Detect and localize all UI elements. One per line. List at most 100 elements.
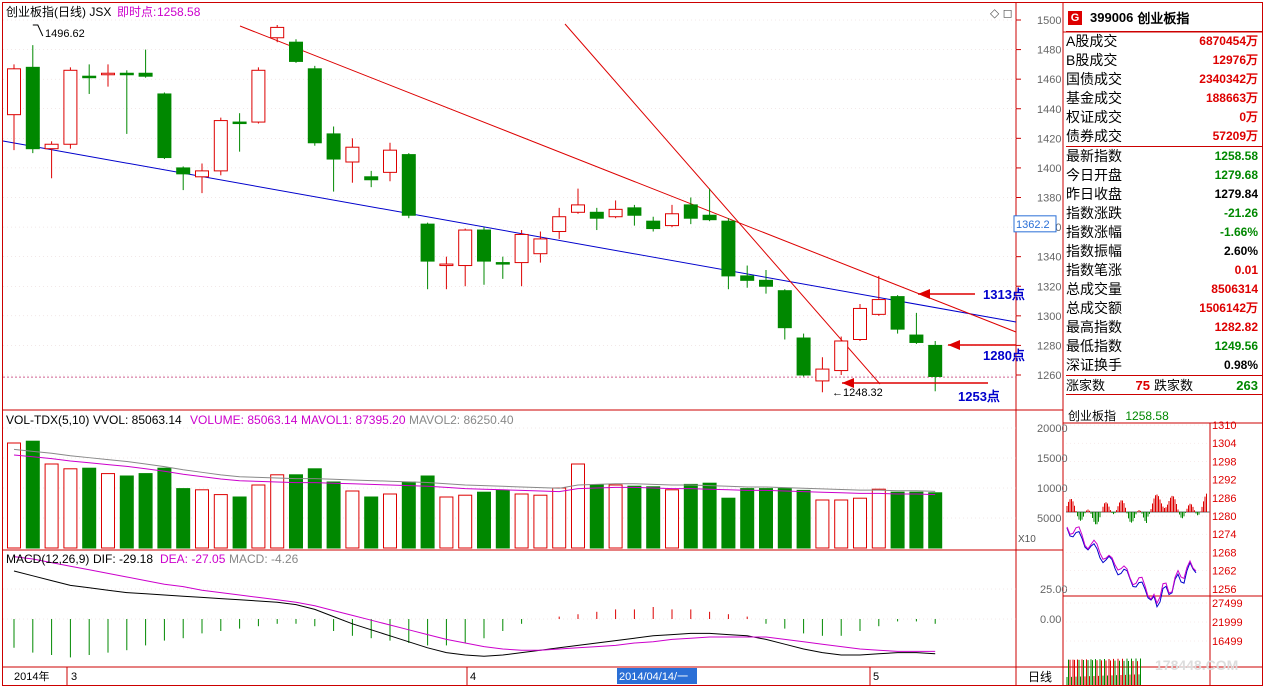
candle-body: [702, 214, 717, 221]
mini-avg-line: [1066, 526, 1197, 605]
volume-bar: [759, 488, 773, 549]
peak-pointer: [32, 24, 44, 37]
mini-title-name: 创业板指: [1068, 409, 1117, 423]
candle-body: [420, 223, 435, 262]
mini-tick-label: 27499: [1212, 598, 1243, 610]
candle-body: [401, 154, 416, 216]
candle-body: [213, 120, 228, 172]
stat-row: 最新指数 1258.58: [1066, 147, 1262, 166]
candle-body: [871, 299, 886, 315]
volume-bar: [63, 468, 78, 549]
price-tick-label: 1420: [1037, 133, 1061, 145]
macd-title: MACD(12,26,9): [6, 552, 89, 566]
candle-body: [533, 238, 548, 255]
volume-bar: [289, 474, 303, 549]
candle-body: [683, 204, 698, 219]
volume-bar: [514, 493, 529, 549]
stat-row: 指数涨幅 -1.66%: [1066, 223, 1262, 242]
candle-body: [270, 26, 285, 39]
candle-body: [740, 275, 755, 281]
volume-bar: [44, 463, 59, 549]
stat-label: 指数振幅: [1066, 243, 1122, 259]
volume-bar: [401, 481, 416, 549]
stat-value: 1282.82: [1214, 320, 1258, 334]
volume-bar: [777, 488, 792, 549]
dea-line: [13, 556, 936, 652]
stat-label: 深证换手: [1066, 357, 1122, 373]
vol-title: VOL-TDX(5,10): [6, 413, 89, 427]
volume-bar: [458, 494, 473, 549]
volume-bar: [627, 485, 642, 549]
price-tick-label: 1380: [1037, 193, 1061, 205]
candle-body: [307, 68, 322, 144]
stat-value: -1.66%: [1219, 225, 1258, 239]
macd-tick-label: 25.00: [1040, 584, 1068, 596]
advance-decline-row: 涨家数 75 跌家数 263: [1066, 375, 1262, 395]
volume-bar: [157, 467, 172, 549]
price-tick-label: 1280: [1037, 340, 1061, 352]
candle-body: [815, 368, 830, 382]
candle-body: [552, 216, 567, 233]
x-year-label: 2014年: [14, 669, 49, 683]
stat-row: 总成交量 8506314: [1066, 280, 1262, 299]
volume-bar: [589, 484, 604, 549]
candle-body: [514, 233, 529, 264]
volume-bar: [683, 483, 698, 549]
mini-tick-label: 1310: [1212, 420, 1236, 432]
turnover-value: 57209万: [1212, 129, 1258, 143]
stat-label: 最高指数: [1066, 319, 1122, 335]
candle-body: [890, 296, 905, 330]
g-badge-icon[interactable]: G: [1068, 10, 1082, 25]
stat-value: 2.60%: [1223, 244, 1258, 258]
price-tick-label: 1300: [1037, 311, 1061, 323]
candle-body: [721, 220, 736, 277]
stat-row: 今日开盘 1279.68: [1066, 166, 1262, 185]
volume-bar: [909, 491, 924, 549]
volume-bar: [608, 484, 623, 549]
candle-body: [63, 69, 78, 145]
candle-body: [157, 93, 172, 159]
volume-bar: [439, 496, 454, 549]
stat-value: 1279.84: [1214, 187, 1258, 201]
candle-body: [458, 229, 473, 267]
volume-bar: [495, 489, 510, 549]
candle-body: [176, 167, 191, 175]
period-label: 日线: [1028, 670, 1052, 684]
stat-row: 总成交额 1506142万: [1066, 299, 1262, 318]
mini-tick-label: 1262: [1212, 566, 1236, 578]
turnover-row: B股成交 12976万: [1066, 51, 1262, 70]
price-tag-label: 1362.2: [1016, 219, 1050, 231]
vol-tick-label: 10000: [1037, 483, 1068, 495]
volume-bar: [890, 491, 905, 549]
candle-body: [589, 211, 604, 219]
index-name: 创业板指: [1137, 11, 1190, 26]
stat-value: 0.98%: [1223, 358, 1258, 372]
turnover-row: 债券成交 57209万: [1066, 127, 1262, 146]
volume-bar: [834, 499, 849, 549]
stat-row: 指数笔涨 0.01: [1066, 261, 1262, 280]
volume-bar: [871, 488, 886, 549]
index-code: 399006: [1090, 10, 1134, 25]
chart-control-icons: ◇ ◻: [990, 6, 1013, 20]
turnover-label: 债券成交: [1066, 128, 1122, 144]
x-month-5: 5: [873, 671, 879, 683]
vol-multiplier: X10: [1018, 534, 1036, 545]
volume-bar: [646, 486, 661, 549]
candle-body: [383, 149, 397, 173]
candle-body: [834, 340, 849, 372]
mini-title-value: 1258.58: [1125, 409, 1169, 423]
candle-body: [909, 334, 924, 343]
candle-body: [759, 279, 773, 287]
volume-bar: [571, 463, 585, 549]
arrow-head: [918, 289, 930, 299]
volume-bar: [270, 474, 285, 549]
price-tick-label: 1500: [1037, 15, 1061, 27]
candle-body: [251, 69, 266, 123]
stat-row: 最高指数 1282.82: [1066, 318, 1262, 337]
candle-body: [777, 290, 792, 329]
candle-body: [326, 133, 341, 160]
vol-tick-label: 15000: [1037, 453, 1068, 465]
turnover-value: 188663万: [1205, 91, 1258, 105]
candle-body: [119, 72, 134, 76]
index-stats-list: 最新指数 1258.58 今日开盘 1279.68 昨日收盘 1279.84 指数涨跌 -21…: [1066, 147, 1262, 375]
